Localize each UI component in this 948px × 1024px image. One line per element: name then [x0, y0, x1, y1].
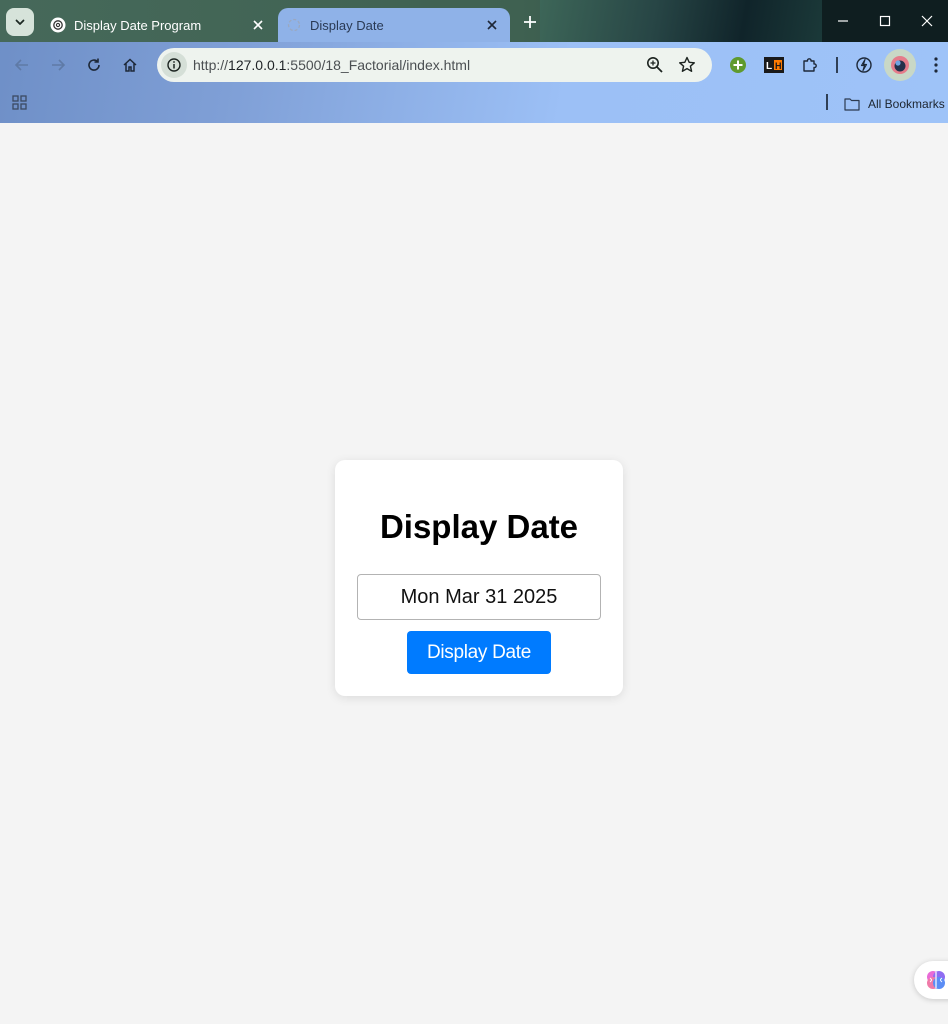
- all-bookmarks-folder[interactable]: All Bookmarks: [844, 94, 945, 114]
- avatar-image-icon: [891, 56, 909, 74]
- browser-chrome: Display Date Program Display Date http:/…: [0, 0, 948, 123]
- url-path: :5500/18_Factorial/index.html: [286, 57, 471, 73]
- url-host: 127.0.0.1: [228, 57, 287, 73]
- all-bookmarks-label: All Bookmarks: [868, 97, 945, 111]
- tab-display-date-program[interactable]: Display Date Program: [40, 8, 276, 42]
- display-date-button[interactable]: Display Date: [407, 631, 551, 674]
- apps-grid-icon[interactable]: [11, 94, 29, 112]
- folder-icon: [844, 98, 860, 111]
- plus-extension-icon[interactable]: [726, 53, 750, 77]
- reload-icon: [88, 58, 100, 71]
- forward-button[interactable]: [44, 51, 72, 79]
- svg-text:L: L: [766, 61, 772, 72]
- zoom-icon[interactable]: [645, 55, 665, 75]
- reload-button[interactable]: [80, 51, 108, 79]
- globe-favicon-icon: [286, 17, 302, 33]
- home-icon: [123, 58, 137, 72]
- close-icon[interactable]: [482, 15, 502, 35]
- url-prefix: http://: [193, 57, 229, 73]
- page-title: Display Date: [379, 508, 579, 545]
- tab-display-date[interactable]: Display Date: [278, 8, 510, 42]
- site-info-button[interactable]: [161, 52, 187, 78]
- brain-icon: [927, 971, 945, 989]
- date-display-field[interactable]: [357, 574, 601, 620]
- tab-title: Display Date: [310, 17, 384, 33]
- minimize-button[interactable]: [822, 0, 864, 42]
- plus-icon: [524, 16, 536, 28]
- arrow-right-icon: [52, 59, 66, 71]
- maximize-icon: [879, 15, 891, 27]
- close-icon[interactable]: [248, 15, 268, 35]
- back-button[interactable]: [8, 51, 36, 79]
- bookmark-star-icon[interactable]: [677, 55, 697, 75]
- puzzle-extension-icon[interactable]: [798, 53, 822, 77]
- svg-text:H: H: [775, 61, 782, 71]
- chatgpt-favicon-icon: [50, 17, 66, 33]
- profile-avatar[interactable]: [884, 49, 916, 81]
- toolbar-separator: [836, 57, 838, 73]
- chevron-down-icon: [15, 19, 25, 25]
- floating-assistant-button[interactable]: [914, 961, 948, 999]
- arrow-left-icon: [14, 59, 28, 71]
- tab-strip: Display Date Program Display Date: [0, 0, 948, 42]
- tab-title: Display Date Program: [74, 17, 202, 33]
- minimize-icon: [838, 20, 848, 22]
- home-button[interactable]: [116, 51, 144, 79]
- date-card: Display Date Display Date: [335, 460, 623, 696]
- tab-strip-background: [540, 0, 830, 42]
- bookmarks-separator: [826, 94, 828, 110]
- info-icon: [167, 58, 181, 72]
- bookmarks-bar: All Bookmarks: [0, 88, 948, 118]
- url-text[interactable]: http://127.0.0.1:5500/18_Factorial/index…: [193, 57, 470, 73]
- more-vertical-icon: [934, 57, 938, 73]
- lighthouse-extension-icon[interactable]: LH: [762, 53, 786, 77]
- address-bar[interactable]: http://127.0.0.1:5500/18_Factorial/index…: [157, 48, 712, 82]
- maximize-button[interactable]: [864, 0, 906, 42]
- sync-extension-icon[interactable]: [852, 53, 876, 77]
- new-tab-button[interactable]: [518, 10, 542, 34]
- tab-search-button[interactable]: [6, 8, 34, 36]
- close-icon: [921, 15, 933, 27]
- close-window-button[interactable]: [906, 0, 948, 42]
- chrome-menu-button[interactable]: [924, 53, 948, 77]
